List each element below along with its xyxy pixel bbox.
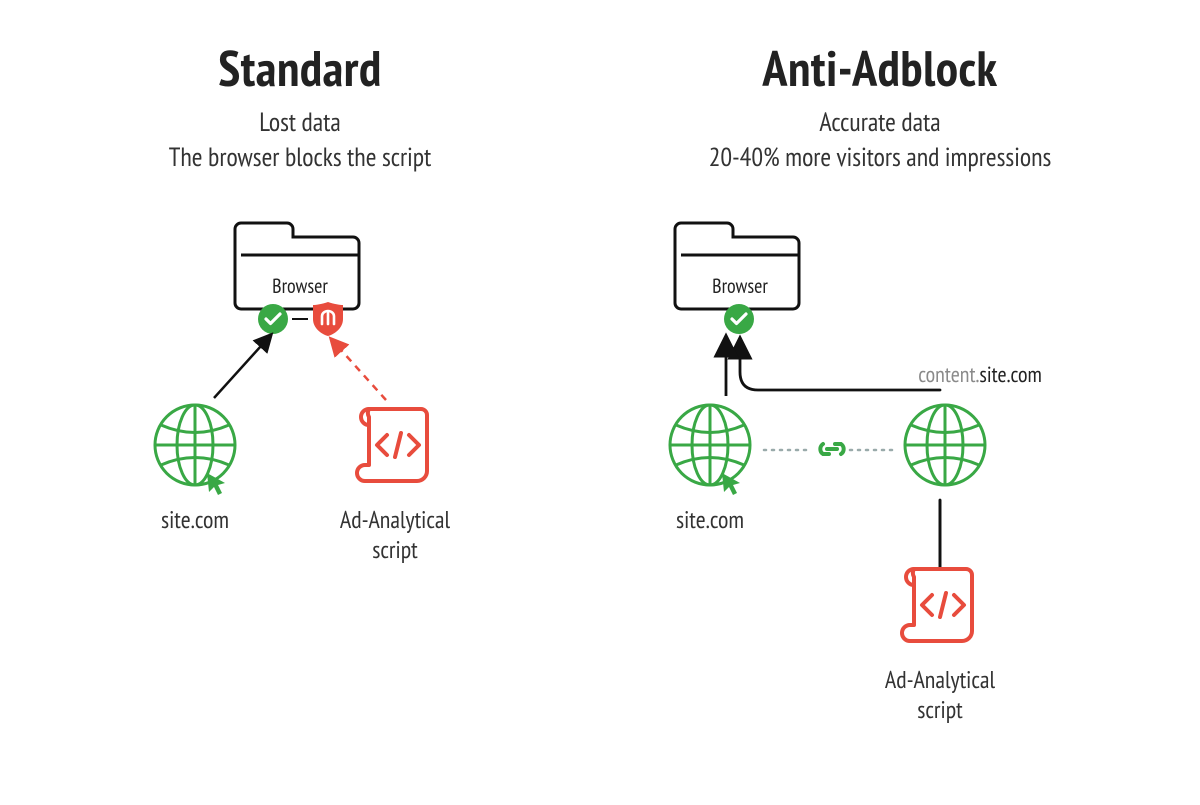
- antiadblock-script-label: Ad-Analytical script: [865, 665, 1015, 725]
- arrow-script-to-browser-blocked: [310, 330, 400, 410]
- diagram-canvas: Standard Lost data The browser blocks th…: [0, 0, 1200, 805]
- arrow-site-to-browser-right: [700, 330, 760, 400]
- script-code-icon: [890, 555, 990, 655]
- antiadblock-subtitle: Accurate data 20-40% more visitors and i…: [600, 105, 1160, 175]
- badge-connector: [292, 318, 308, 320]
- standard-sub-line1: Lost data: [80, 105, 520, 140]
- globe-icon: [145, 395, 245, 495]
- standard-script-label-l2: script: [320, 535, 470, 565]
- antiadblock-title: Anti-Adblock: [620, 35, 1140, 100]
- antiadblock-browser-label: Browser: [665, 273, 815, 299]
- antiadblock-sub-line1: Accurate data: [600, 105, 1160, 140]
- antiadblock-script-label-l2: script: [865, 695, 1015, 725]
- standard-script-label: Ad-Analytical script: [320, 505, 470, 565]
- standard-site-label: site.com: [120, 505, 270, 535]
- antiadblock-sub-line2: 20-40% more visitors and impressions: [600, 140, 1160, 175]
- standard-title: Standard: [80, 35, 520, 100]
- script-code-icon: [345, 395, 445, 495]
- standard-sub-line2: The browser blocks the script: [80, 140, 520, 175]
- antiadblock-script-label-l1: Ad-Analytical: [865, 665, 1015, 695]
- folder-icon: [225, 215, 375, 325]
- standard-browser-label: Browser: [225, 273, 375, 299]
- standard-script-label-l1: Ad-Analytical: [320, 505, 470, 535]
- standard-subtitle: Lost data The browser blocks the script: [80, 105, 520, 175]
- arrow-site-to-browser: [200, 328, 290, 408]
